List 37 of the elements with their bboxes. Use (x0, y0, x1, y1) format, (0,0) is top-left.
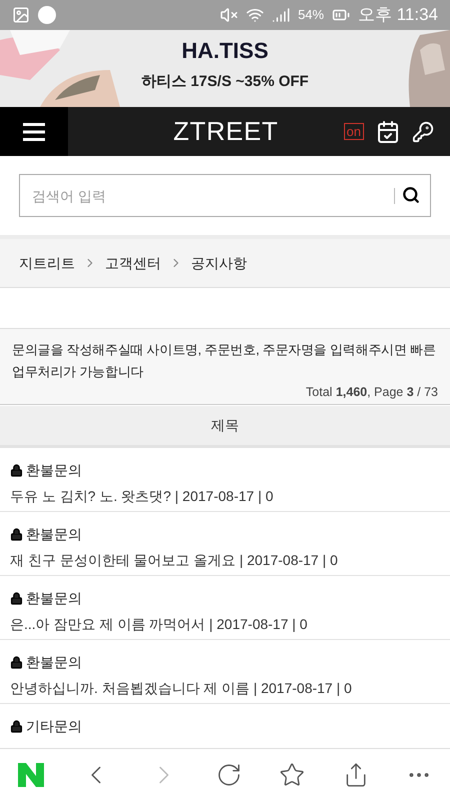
post-row[interactable]: 환불문의 은...아 잠만요 제 이름 까먹어서 | 2017-08-17 | 0 (0, 576, 450, 640)
post-info: 은...아 잠만요 제 이름 까먹어서 | 2017-08-17 | 0 (10, 614, 308, 634)
post-info: 안녕하십니까. 처음뵙겠습니다 제 이름 | 2017-08-17 | 0 (10, 678, 353, 698)
column-title: 제목 (211, 416, 239, 435)
mute-icon (220, 6, 238, 24)
breadcrumb-link[interactable]: 고객센터 (105, 252, 161, 274)
star-icon[interactable] (279, 762, 306, 788)
wifi-icon (246, 6, 264, 24)
post-category: 환불문의 (26, 588, 82, 608)
post-category: 환불문의 (26, 524, 82, 544)
signal-icon (272, 6, 290, 24)
post-row[interactable]: 환불문의 재 친구 문성이한테 물어보고 올게요 | 2017-08-17 | 0 (0, 512, 450, 576)
calendar-check-icon[interactable] (376, 120, 400, 144)
breadcrumb-link[interactable]: 공지사항 (191, 252, 247, 274)
search-icon[interactable] (402, 186, 420, 204)
post-info: 재 친구 문성이한테 물어보고 올게요 | 2017-08-17 | 0 (10, 550, 339, 570)
notification-icon (38, 6, 56, 24)
post-category: 기타문의 (26, 716, 82, 736)
battery-percent: 54% (298, 6, 324, 24)
banner-brand: HA.TISS (182, 37, 268, 65)
clock: 오후 11:34 (358, 4, 438, 26)
refresh-icon[interactable] (216, 762, 242, 788)
post-category: 환불문의 (26, 652, 82, 672)
menu-icon (23, 122, 45, 140)
post-category: 환불문의 (26, 460, 82, 480)
page-count: Total 1,460, Page 3 / 73 (306, 384, 438, 401)
key-icon[interactable] (412, 120, 434, 142)
search-field[interactable]: 검색어 입력 (19, 174, 431, 217)
breadcrumb-link[interactable]: 지트리트 (19, 252, 75, 274)
notice-text: 문의글을 작성해주실때 사이트명, 주문번호, 주문자명을 입력해주시면 빠른 업무처리가 가능합니다 (12, 341, 437, 381)
post-row[interactable]: 환불문의 두유 노 김치? 노. 왓츠댓? | 2017-08-17 | 0 (0, 448, 450, 512)
menu-button[interactable] (0, 107, 68, 156)
banner-text: 하티스 17S/S ~35% OFF (141, 72, 309, 92)
logo[interactable]: ZTREET (173, 112, 278, 151)
post-row[interactable]: 환불문의 안녕하십니까. 처음뵙겠습니다 제 이름 | 2017-08-17 | 0 (0, 640, 450, 704)
gallery-icon (12, 6, 30, 24)
post-info: 두유 노 김치? 노. 왓츠댓? | 2017-08-17 | 0 (10, 486, 274, 506)
